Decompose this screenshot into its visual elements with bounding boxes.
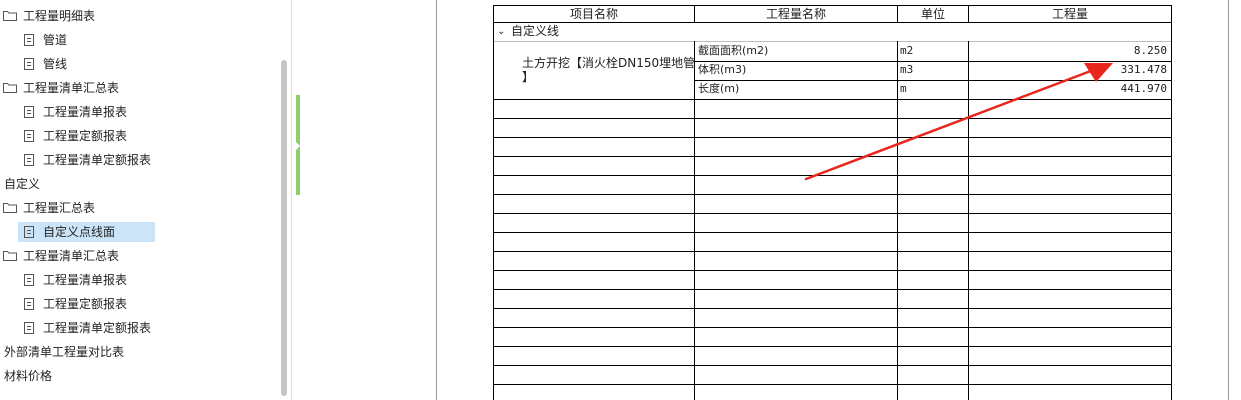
annotation-arrow-icon — [804, 63, 1113, 181]
